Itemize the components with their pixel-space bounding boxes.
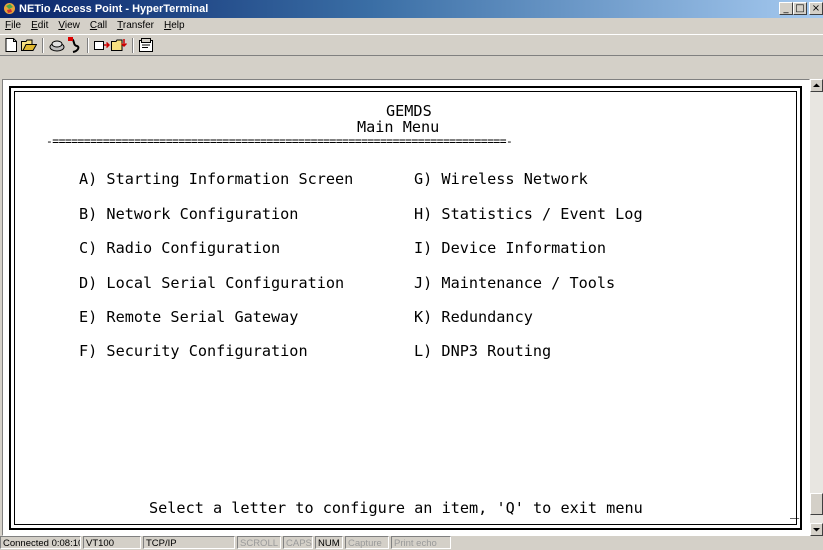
receive-icon bbox=[110, 39, 127, 51]
scroll-thumb[interactable] bbox=[810, 493, 823, 515]
toolbar-separator bbox=[42, 38, 44, 53]
menu-edit[interactable]: Edit bbox=[26, 18, 53, 34]
menu-option-i: I) Device Information bbox=[414, 239, 607, 257]
minimize-button[interactable]: _ bbox=[779, 2, 793, 15]
disconnect-button[interactable] bbox=[65, 37, 82, 53]
status-emulation: VT100 bbox=[83, 536, 141, 549]
scroll-up-arrow-icon bbox=[813, 83, 820, 87]
maximize-button[interactable]: □ bbox=[793, 2, 807, 15]
scroll-up-button[interactable] bbox=[810, 79, 823, 92]
menu-option-d: D) Local Serial Configuration bbox=[79, 274, 345, 292]
terminal-cursor: _ bbox=[790, 501, 800, 519]
menu-option-f: F) Security Configuration bbox=[79, 342, 308, 360]
close-button[interactable]: × bbox=[809, 2, 823, 15]
status-print-echo: Print echo bbox=[391, 536, 451, 549]
menu-option-b: B) Network Configuration bbox=[79, 205, 299, 223]
toolbar-group-transfer bbox=[93, 37, 127, 54]
properties-button[interactable] bbox=[138, 37, 155, 53]
toolbar-group-file bbox=[3, 37, 37, 54]
toolbar-separator bbox=[87, 38, 89, 53]
open-icon bbox=[20, 39, 37, 51]
hyperterminal-window: NETio Access Point - HyperTerminal _ □ ×… bbox=[0, 0, 823, 550]
properties-icon bbox=[139, 38, 153, 52]
new-connection-button[interactable] bbox=[3, 37, 20, 53]
menu-bar: File Edit View Call Transfer Help bbox=[0, 18, 823, 34]
status-caps: CAPS bbox=[283, 536, 313, 549]
client-gutter bbox=[0, 57, 823, 79]
status-protocol: TCP/IP bbox=[143, 536, 235, 549]
toolbar bbox=[0, 34, 823, 56]
menu-option-j: J) Maintenance / Tools bbox=[414, 274, 616, 292]
menu-option-a: A) Starting Information Screen bbox=[79, 170, 354, 188]
status-connected-time: Connected 0:08:10 bbox=[0, 536, 81, 549]
menu-option-k: K) Redundancy bbox=[414, 308, 533, 326]
status-num: NUM bbox=[315, 536, 343, 549]
status-capture: Capture bbox=[345, 536, 389, 549]
window-title: NETio Access Point - HyperTerminal bbox=[19, 3, 209, 15]
window-controls: _ □ × bbox=[779, 2, 823, 16]
send-icon bbox=[93, 41, 110, 50]
send-file-button[interactable] bbox=[93, 37, 110, 53]
disconnect-icon bbox=[67, 37, 79, 53]
new-icon bbox=[5, 38, 17, 52]
menu-option-g: G) Wireless Network bbox=[414, 170, 588, 188]
scroll-down-arrow-icon bbox=[813, 528, 820, 532]
menu-help[interactable]: Help bbox=[159, 18, 190, 34]
toolbar-group-call bbox=[48, 37, 82, 54]
menu-option-e: E) Remote Serial Gateway bbox=[79, 308, 299, 326]
menu-file[interactable]: File bbox=[0, 18, 26, 34]
receive-file-button[interactable] bbox=[110, 37, 127, 53]
open-button[interactable] bbox=[20, 37, 37, 53]
menu-transfer[interactable]: Transfer bbox=[112, 18, 159, 34]
scroll-down-button[interactable] bbox=[810, 523, 823, 536]
vertical-scrollbar[interactable] bbox=[810, 79, 823, 536]
status-bar: Connected 0:08:10 VT100 TCP/IP SCROLL CA… bbox=[0, 536, 823, 550]
menu-option-l: L) DNP3 Routing bbox=[414, 342, 552, 360]
title-bar[interactable]: NETio Access Point - HyperTerminal _ □ × bbox=[0, 0, 823, 18]
menu-option-h: H) Statistics / Event Log bbox=[414, 205, 643, 223]
menu-prompt: Select a letter to configure an item, 'Q… bbox=[149, 499, 643, 517]
connect-button[interactable] bbox=[48, 37, 65, 53]
menu-view[interactable]: View bbox=[53, 18, 85, 34]
menu-call[interactable]: Call bbox=[85, 18, 112, 34]
terminal-screen[interactable]: GEMDS Main Menu -=======================… bbox=[2, 79, 810, 536]
status-scroll: SCROLL bbox=[237, 536, 281, 549]
hyperterminal-app-icon bbox=[4, 3, 15, 14]
connect-icon bbox=[49, 40, 64, 52]
toolbar-separator bbox=[132, 38, 134, 53]
menu-option-c: C) Radio Configuration bbox=[79, 239, 281, 257]
separator-line: -=======================================… bbox=[46, 135, 513, 148]
toolbar-group-properties bbox=[138, 37, 155, 54]
